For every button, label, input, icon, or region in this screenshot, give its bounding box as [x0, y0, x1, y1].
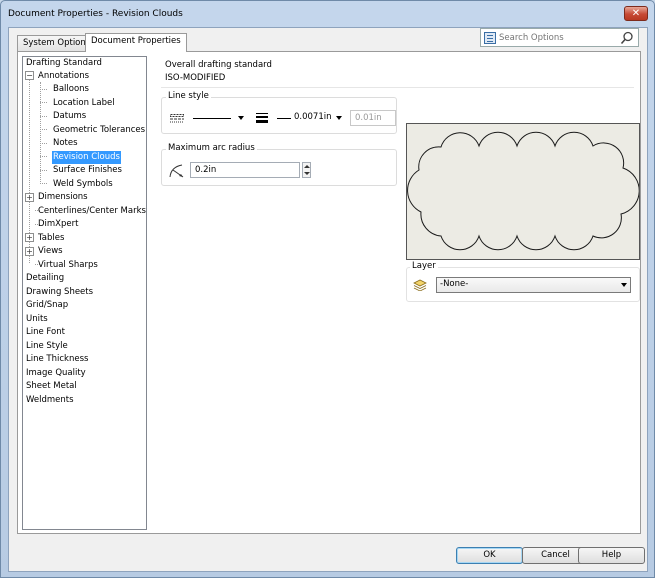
tree-item-drafting-standard[interactable]: Drafting Standard	[25, 57, 103, 70]
search-options-icon	[484, 32, 496, 44]
tree-item-weldments[interactable]: Weldments	[25, 394, 75, 407]
tree-item-line-style[interactable]: Line Style	[25, 340, 69, 353]
tree-item-revision-clouds[interactable]: Revision Clouds	[52, 151, 121, 164]
tree-item-sheet-metal[interactable]: Sheet Metal	[25, 380, 78, 393]
revision-cloud-shape	[407, 131, 640, 251]
search-icon[interactable]	[620, 31, 634, 45]
arc-radius-title: Maximum arc radius	[166, 143, 257, 153]
chevron-down-icon	[336, 116, 342, 120]
tree-connector	[40, 143, 47, 144]
thickness-line-swatch	[277, 118, 291, 119]
title-bar[interactable]: Document Properties - Revision Clouds ✕	[1, 1, 654, 27]
revision-cloud-preview	[406, 123, 640, 260]
tree-item-units[interactable]: Units	[25, 313, 49, 326]
tree-item-weld-symbols[interactable]: Weld Symbols	[52, 178, 114, 191]
tree-item-annotations[interactable]: Annotations	[37, 70, 90, 83]
section-divider	[161, 87, 634, 88]
tree-item-detailing[interactable]: Detailing	[25, 272, 65, 285]
window-title: Document Properties - Revision Clouds	[8, 9, 183, 19]
ok-button[interactable]: OK	[456, 547, 523, 564]
tree-item-dimensions[interactable]: Dimensions	[37, 191, 89, 204]
tree-connector	[40, 116, 47, 117]
tree-item-drawing-sheets[interactable]: Drawing Sheets	[25, 286, 94, 299]
line-thickness-dropdown[interactable]: 0.0071in	[272, 110, 346, 126]
layer-group: Layer -None-	[406, 261, 640, 302]
dialog-window: Document Properties - Revision Clouds ✕ …	[0, 0, 655, 578]
tree-item-surface-finishes[interactable]: Surface Finishes	[52, 164, 123, 177]
search-input[interactable]	[499, 31, 614, 45]
tree-item-location-label[interactable]: Location Label	[52, 97, 116, 110]
tree-item-image-quality[interactable]: Image Quality	[25, 367, 87, 380]
tree-connector	[40, 102, 47, 103]
layer-value: -None-	[440, 279, 469, 289]
custom-thickness-field[interactable]: 0.01in	[350, 110, 396, 126]
tree-item-line-thickness[interactable]: Line Thickness	[25, 353, 89, 366]
tree-item-tables[interactable]: Tables	[37, 232, 65, 245]
tree-expand-icon[interactable]: +	[25, 247, 34, 256]
arc-radius-icon	[169, 164, 184, 178]
tree-item-virtual-sharps[interactable]: Virtual Sharps	[37, 259, 99, 272]
line-font-dropdown[interactable]	[188, 110, 248, 126]
layer-dropdown[interactable]: -None-	[436, 277, 631, 293]
line-style-group: Line style 0.0071in 0.01in	[161, 91, 397, 134]
arc-radius-spinner[interactable]	[302, 162, 311, 178]
tree-item-geometric-tolerances[interactable]: Geometric Tolerances	[52, 124, 146, 137]
properties-panel: − + + + Drafting Standard Annotations Ba…	[17, 51, 641, 534]
tab-document-properties[interactable]: Document Properties	[85, 33, 187, 52]
tree-item-datums[interactable]: Datums	[52, 110, 87, 123]
chevron-down-icon	[621, 283, 627, 287]
drafting-standard-value: ISO-MODIFIED	[165, 73, 226, 83]
tree-item-line-font[interactable]: Line Font	[25, 326, 66, 339]
line-thickness-icon	[256, 113, 268, 123]
tree-connector	[40, 170, 47, 171]
arc-radius-group: Maximum arc radius 0.2in	[161, 143, 397, 186]
line-font-icon	[170, 114, 184, 123]
tree-item-notes[interactable]: Notes	[52, 137, 79, 150]
tree-item-balloons[interactable]: Balloons	[52, 83, 90, 96]
search-box[interactable]	[480, 28, 639, 47]
close-button[interactable]: ✕	[624, 6, 648, 21]
tree-expand-icon[interactable]: +	[25, 193, 34, 202]
settings-content: Overall drafting standard ISO-MODIFIED L…	[155, 52, 640, 533]
tree-connector	[40, 183, 47, 184]
tree-expand-icon[interactable]: +	[25, 233, 34, 242]
tree-item-centerlines[interactable]: Centerlines/Center Marks	[37, 205, 146, 218]
line-style-title: Line style	[166, 91, 211, 101]
solid-line-swatch	[193, 118, 231, 119]
dialog-client-area: System Options Document Properties Searc…	[8, 27, 648, 572]
tree-connector	[40, 129, 47, 130]
tree-connector	[40, 89, 47, 90]
tree-connector	[40, 156, 47, 157]
options-tree[interactable]: − + + + Drafting Standard Annotations Ba…	[22, 56, 147, 530]
tree-collapse-icon[interactable]: −	[25, 71, 34, 80]
chevron-down-icon	[238, 116, 244, 120]
tree-item-dimxpert[interactable]: DimXpert	[37, 218, 79, 231]
tree-item-views[interactable]: Views	[37, 245, 64, 258]
layer-icon	[413, 279, 427, 291]
arc-radius-input[interactable]: 0.2in	[190, 162, 300, 178]
layer-title: Layer	[410, 261, 438, 271]
tree-item-grid-snap[interactable]: Grid/Snap	[25, 299, 69, 312]
help-button[interactable]: Help	[578, 547, 645, 564]
drafting-standard-label: Overall drafting standard	[165, 60, 272, 70]
line-thickness-value: 0.0071in	[294, 112, 332, 122]
tree-connector	[40, 82, 41, 182]
